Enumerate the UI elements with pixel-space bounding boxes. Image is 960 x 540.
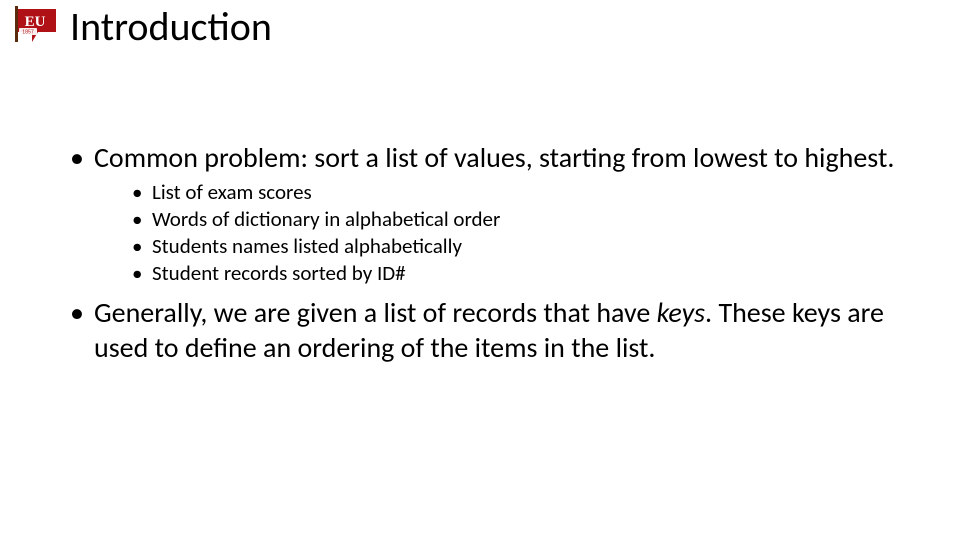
sub-bullet-item: Student records sorted by ID#: [132, 260, 920, 287]
sub-bullet-list: List of exam scores Words of dictionary …: [94, 179, 920, 287]
svg-text:1857: 1857: [22, 30, 34, 36]
bullet-text-pre: Generally, we are given a list of record…: [94, 295, 657, 330]
sub-bullet-item: Words of dictionary in alphabetical orde…: [132, 206, 920, 233]
slide: EU 1857 Introduction Common problem: sor…: [0, 0, 960, 540]
bullet-text: Common problem: sort a list of values, s…: [94, 140, 894, 175]
bullet-item: Common problem: sort a list of values, s…: [70, 140, 920, 287]
sub-bullet-item: Students names listed alphabetically: [132, 233, 920, 260]
bullet-list: Common problem: sort a list of values, s…: [70, 140, 920, 365]
sub-bullet-item: List of exam scores: [132, 179, 920, 206]
slide-title: Introduction: [70, 2, 272, 51]
svg-text:EU: EU: [25, 14, 46, 30]
bullet-text-italic: keys: [657, 295, 705, 330]
slide-body: Common problem: sort a list of values, s…: [70, 140, 920, 373]
bullet-item: Generally, we are given a list of record…: [70, 295, 920, 365]
eu-logo-icon: EU 1857: [12, 6, 62, 48]
